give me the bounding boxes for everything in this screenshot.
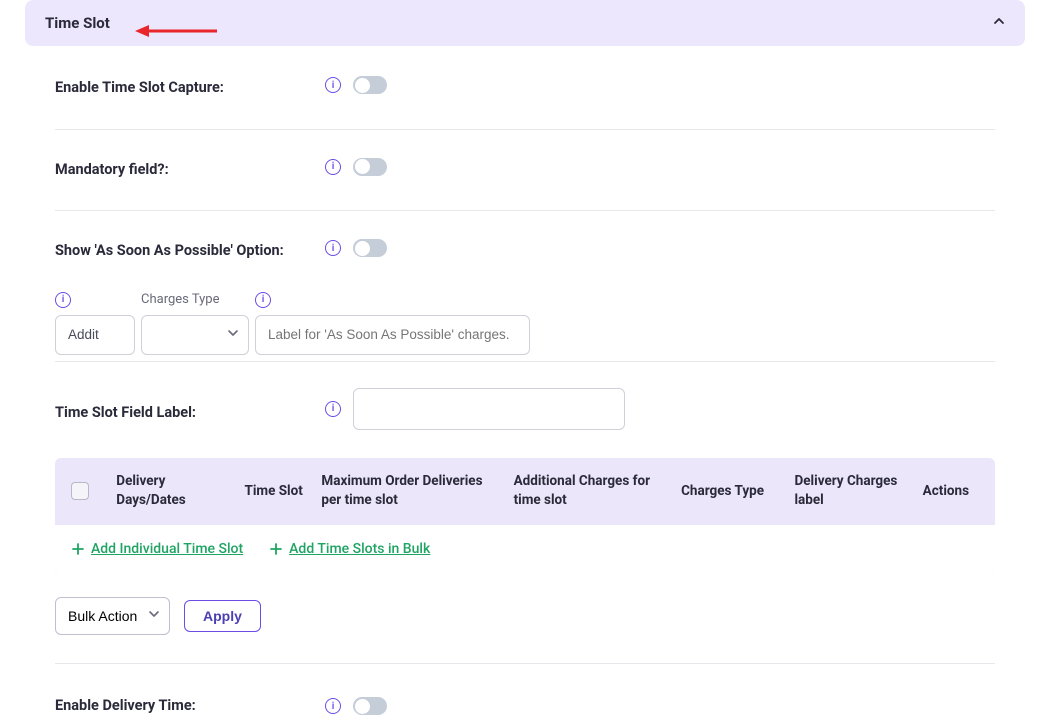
info-icon[interactable]: i [325,77,341,93]
info-icon[interactable]: i [55,292,71,308]
th-actions: Actions [923,482,979,502]
bulk-action-row: Bulk Action Apply [55,597,995,664]
add-bulk-label: Add Time Slots in Bulk [289,541,430,557]
charges-type-select[interactable] [141,315,249,355]
setting-show-asap: Show 'As Soon As Possible' Option: i [55,239,995,278]
setting-enable-time-slot-capture: Enable Time Slot Capture: i [55,76,995,130]
asap-label-input[interactable] [255,315,530,355]
setting-mandatory-field: Mandatory field?: i [55,158,995,212]
add-individual-label: Add Individual Time Slot [91,541,243,557]
setting-label: Time Slot Field Label: [55,393,325,426]
toggle-mandatory-field[interactable] [353,158,387,176]
charges-type-label: Charges Type [141,292,220,307]
chevron-up-icon [993,15,1005,31]
additional-input[interactable] [55,315,135,355]
select-all-checkbox[interactable] [71,482,89,500]
info-icon[interactable]: i [325,240,341,256]
add-individual-time-slot-link[interactable]: Add Individual Time Slot [71,541,243,557]
setting-enable-delivery-time: Enable Delivery Time: i [55,694,995,719]
th-delivery-days: Delivery Days/Dates [116,472,244,511]
plus-icon [71,542,85,556]
asap-charges-type-col: Charges Type [141,290,249,355]
toggle-show-asap[interactable] [353,239,387,257]
setting-label: Enable Delivery Time: [55,694,325,719]
th-max-orders: Maximum Order Deliveries per time slot [321,472,513,511]
setting-label: Show 'As Soon As Possible' Option: [55,239,325,264]
time-slot-table: Delivery Days/Dates Time Slot Maximum Or… [55,458,995,575]
asap-additional-col: i [55,290,135,355]
panel-header[interactable]: Time Slot [25,0,1025,46]
info-icon[interactable]: i [325,401,341,417]
th-delivery-charges-label: Delivery Charges label [794,472,922,511]
apply-button[interactable]: Apply [184,600,261,632]
add-time-slots-bulk-link[interactable]: Add Time Slots in Bulk [269,541,430,557]
info-icon[interactable]: i [255,292,271,308]
th-time-slot: Time Slot [244,482,321,502]
setting-label: Enable Time Slot Capture: [55,76,325,101]
time-slot-field-label-input[interactable] [353,388,625,430]
th-charges-type: Charges Type [681,482,794,502]
table-header: Delivery Days/Dates Time Slot Maximum Or… [55,458,995,525]
toggle-enable-time-slot-capture[interactable] [353,76,387,94]
time-slot-panel: Time Slot Enable Time Slot Capture: i Ma… [25,0,1025,719]
info-icon[interactable]: i [325,159,341,175]
setting-label: Mandatory field?: [55,158,325,183]
th-additional-charges: Additional Charges for time slot [514,472,682,511]
asap-label-col: i [255,290,530,355]
toggle-enable-delivery-time[interactable] [353,697,387,715]
panel-title: Time Slot [45,14,110,32]
table-action-links: Add Individual Time Slot Add Time Slots … [55,525,995,575]
asap-inputs-row: i Charges Type [55,290,995,362]
bulk-action-select[interactable]: Bulk Action [55,597,170,635]
time-slot-field-label-row: Time Slot Field Label: i [55,388,995,458]
plus-icon [269,542,283,556]
panel-body: Enable Time Slot Capture: i Mandatory fi… [55,46,995,719]
